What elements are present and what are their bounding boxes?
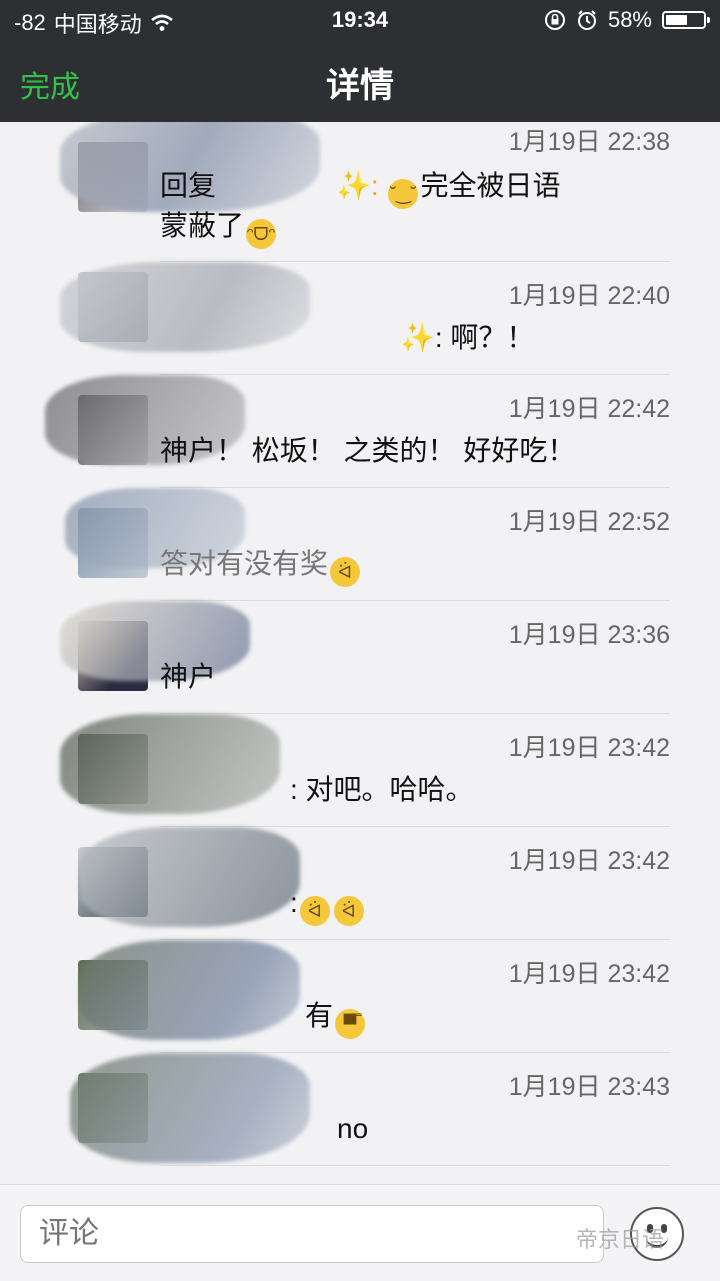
comment-time: 1月19日 23:36 [508, 621, 670, 649]
comment-time: 1月19日 22:42 [508, 395, 670, 423]
list-item[interactable]: 1月19日 23:36 神户 [0, 600, 720, 714]
comment-time: 1月19日 23:43 [508, 1073, 670, 1101]
comment-text: 回复 ✨: ˘‿˘ 完全被日语 [160, 166, 560, 209]
comment-time: 1月19日 23:42 [508, 960, 670, 988]
alarm-icon [577, 10, 596, 30]
thinking-emoji-icon: ᐛ [330, 557, 361, 587]
list-item[interactable]: 1月19日 22:52 答对有没有奖 ᐛ [0, 487, 720, 601]
comment-text: 神户！ 松坂！ 之类的！ 好好吃！ [160, 435, 576, 466]
comment-time: 1月19日 22:52 [508, 508, 670, 536]
comment-text: 神户 [160, 661, 217, 692]
battery-icon [662, 11, 710, 29]
comment-input[interactable] [20, 1205, 604, 1263]
list-item[interactable]: 1月19日 23:42 有 ▀̿ [0, 939, 720, 1053]
thinking-emoji-icon: ᐛ [299, 896, 330, 926]
battery-percent: 58% [607, 7, 652, 32]
list-item[interactable]: 1月19日 23:42 :ᐛᐛ [0, 826, 720, 940]
comment-time: 1月19日 23:42 [508, 734, 670, 762]
comment-text: ✨: 啊？！ [400, 322, 535, 353]
grin-emoji-icon: ᵔᗜᵔ [246, 219, 277, 249]
smirk-emoji-icon: ˘‿˘ [388, 179, 419, 209]
comment-list[interactable]: 1月19日 22:38 回复 ✨: ˘‿˘ 完全被日语 蒙蔽了 ᵔᗜᵔ 1月19日 2… [0, 122, 720, 1184]
top-bar: -82 中国移动 19:34 58% 完成 详情 [0, 0, 720, 122]
sunglasses-emoji-icon: ▀̿ [335, 1009, 366, 1039]
comment-time: 1月19日 22:38 [508, 128, 670, 156]
list-item[interactable]: 1月19日 22:38 回复 ✨: ˘‿˘ 完全被日语 蒙蔽了 ᵔᗜᵔ [0, 122, 720, 249]
comment-text: 有 ▀̿ [305, 996, 367, 1039]
status-bar: -82 中国移动 19:34 58% [0, 0, 720, 40]
page-title: 详情 [326, 67, 394, 105]
list-item[interactable]: 1月19日 23:43 no [0, 1052, 720, 1166]
comment-text-line2: 蒙蔽了 ᵔᗜᵔ [160, 206, 278, 249]
list-item[interactable]: 1月19日 23:42 : 对吧。哈哈。 [0, 713, 720, 827]
comment-text: : 对吧。哈哈。 [290, 774, 474, 805]
comment-text: 答对有没有奖 ᐛ [160, 544, 362, 587]
list-item[interactable] [0, 1165, 720, 1184]
list-item[interactable]: 1月19日 22:40 ✨: 啊？！ [0, 261, 720, 375]
comment-text: no [337, 1113, 369, 1144]
list-item[interactable]: 1月19日 22:42 神户！ 松坂！ 之类的！ 好好吃！ [0, 374, 720, 488]
rotation-lock-icon [544, 10, 565, 30]
comment-time: 1月19日 22:40 [508, 282, 670, 310]
comment-text: :ᐛᐛ [290, 883, 366, 926]
watermark: 帝京日语 [576, 1227, 665, 1252]
comment-time: 1月19日 23:42 [508, 847, 670, 875]
thinking-emoji-icon: ᐛ [333, 896, 364, 926]
